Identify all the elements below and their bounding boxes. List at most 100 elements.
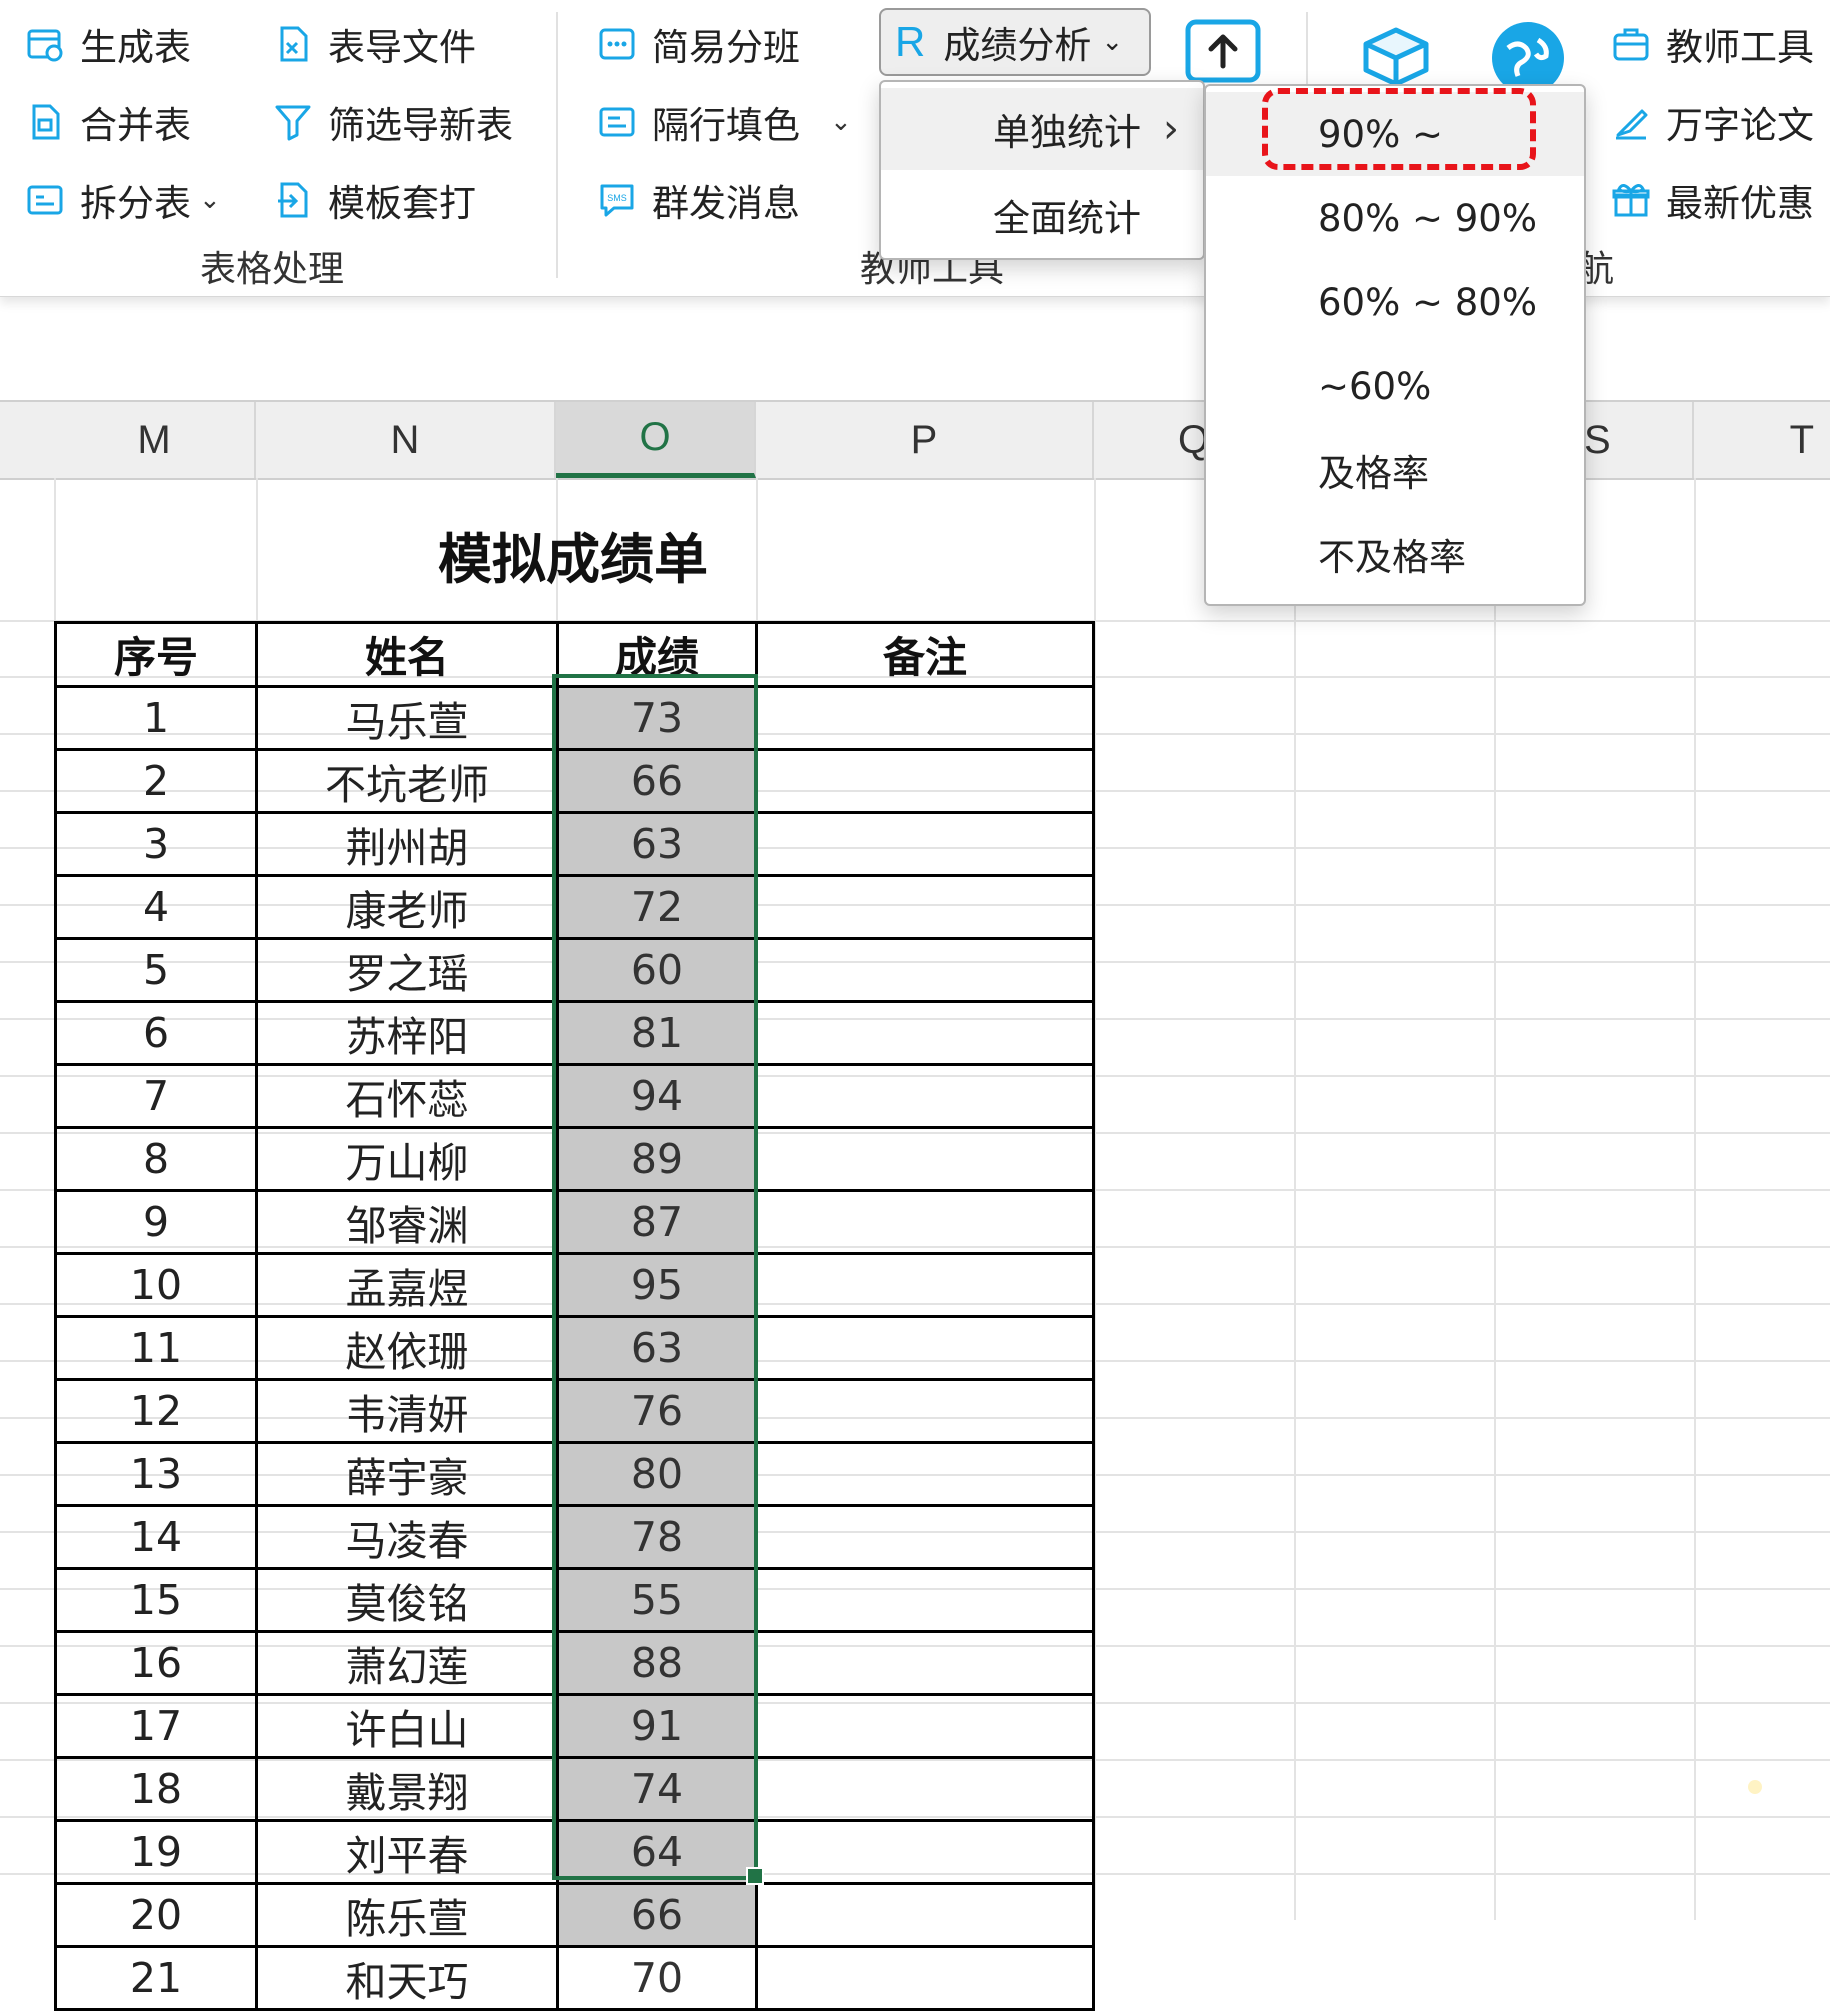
name-cell[interactable]: 和天巧 [255, 1945, 559, 2011]
score-cell[interactable]: 87 [556, 1189, 758, 1255]
score-cell[interactable]: 66 [556, 1882, 758, 1948]
note-cell[interactable] [755, 1000, 1095, 1066]
seq-cell[interactable]: 20 [54, 1882, 258, 1948]
seq-cell[interactable]: 15 [54, 1567, 258, 1633]
note-cell[interactable] [755, 1819, 1095, 1885]
note-cell[interactable] [755, 1756, 1095, 1822]
score-cell[interactable]: 70 [556, 1945, 758, 2011]
export-file-button[interactable]: 表导文件 [274, 14, 476, 74]
name-cell[interactable]: 荆州胡 [255, 811, 559, 877]
score-cell[interactable]: 64 [556, 1819, 758, 1885]
seq-cell[interactable]: 17 [54, 1693, 258, 1759]
note-cell[interactable] [755, 1945, 1095, 2011]
submenu-item-pass-rate[interactable]: 及格率 [1206, 428, 1584, 512]
seq-cell[interactable]: 8 [54, 1126, 258, 1192]
seq-cell[interactable]: 10 [54, 1252, 258, 1318]
header-name[interactable]: 姓名 [255, 621, 559, 688]
note-cell[interactable] [755, 1882, 1095, 1948]
seq-cell[interactable]: 3 [54, 811, 258, 877]
teacher-tools-button[interactable]: 教师工具 [1612, 14, 1814, 74]
name-cell[interactable]: 孟嘉煜 [255, 1252, 559, 1318]
score-cell[interactable]: 74 [556, 1756, 758, 1822]
score-cell[interactable]: 72 [556, 874, 758, 940]
template-print-button[interactable]: 模板套打 [274, 170, 476, 230]
sheet-title[interactable]: 模拟成绩单 [56, 514, 1090, 594]
class-split-button[interactable]: 简易分班 [598, 14, 800, 74]
name-cell[interactable]: 康老师 [255, 874, 559, 940]
score-cell[interactable]: 78 [556, 1504, 758, 1570]
column-header-t[interactable]: T [1694, 402, 1830, 478]
seq-cell[interactable]: 11 [54, 1315, 258, 1381]
name-cell[interactable]: 邹睿渊 [255, 1189, 559, 1255]
score-cell[interactable]: 63 [556, 811, 758, 877]
name-cell[interactable]: 石怀蕊 [255, 1063, 559, 1129]
name-cell[interactable]: 薛宇豪 [255, 1441, 559, 1507]
name-cell[interactable]: 莫俊铭 [255, 1567, 559, 1633]
note-cell[interactable] [755, 1504, 1095, 1570]
seq-cell[interactable]: 1 [54, 685, 258, 751]
note-cell[interactable] [755, 685, 1095, 751]
score-cell[interactable]: 80 [556, 1441, 758, 1507]
score-cell[interactable]: 63 [556, 1315, 758, 1381]
name-cell[interactable]: 苏梓阳 [255, 1000, 559, 1066]
score-cell[interactable]: 91 [556, 1693, 758, 1759]
name-cell[interactable]: 万山柳 [255, 1126, 559, 1192]
note-cell[interactable] [755, 1252, 1095, 1318]
score-cell[interactable]: 95 [556, 1252, 758, 1318]
filter-export-button[interactable]: 筛选导新表 [274, 92, 513, 152]
note-cell[interactable] [755, 1441, 1095, 1507]
seq-cell[interactable]: 4 [54, 874, 258, 940]
name-cell[interactable]: 赵依珊 [255, 1315, 559, 1381]
score-cell[interactable]: 81 [556, 1000, 758, 1066]
name-cell[interactable]: 马乐萱 [255, 685, 559, 751]
seq-cell[interactable]: 21 [54, 1945, 258, 2011]
seq-cell[interactable]: 6 [54, 1000, 258, 1066]
seq-cell[interactable]: 2 [54, 748, 258, 814]
note-cell[interactable] [755, 1189, 1095, 1255]
score-analysis-button[interactable]: R 成绩分析 ⌄ [879, 8, 1151, 76]
score-cell[interactable]: 76 [556, 1378, 758, 1444]
name-cell[interactable]: 戴景翔 [255, 1756, 559, 1822]
name-cell[interactable]: 马凌春 [255, 1504, 559, 1570]
note-cell[interactable] [755, 1315, 1095, 1381]
submenu-item-80-90[interactable]: 80% ~ 90% [1206, 176, 1584, 260]
submenu-item-60-80[interactable]: 60% ~ 80% [1206, 260, 1584, 344]
row-fill-button[interactable]: 隔行填色 ⌄ [598, 92, 852, 152]
note-cell[interactable] [755, 1126, 1095, 1192]
fill-handle[interactable] [746, 1867, 764, 1885]
score-cell[interactable]: 60 [556, 937, 758, 1003]
note-cell[interactable] [755, 1378, 1095, 1444]
note-cell[interactable] [755, 1693, 1095, 1759]
note-cell[interactable] [755, 748, 1095, 814]
submenu-item-below-60[interactable]: ~60% [1206, 344, 1584, 428]
generate-table-button[interactable]: 生成表 [26, 14, 191, 74]
score-cell[interactable]: 94 [556, 1063, 758, 1129]
chevron-down-icon[interactable]: ⌄ [830, 107, 852, 137]
note-cell[interactable] [755, 874, 1095, 940]
column-header-o[interactable]: O [556, 402, 756, 478]
latest-offers-button[interactable]: 最新优惠 [1612, 170, 1814, 230]
upload-icon[interactable] [1184, 18, 1262, 88]
header-score[interactable]: 成绩 [556, 621, 758, 688]
merge-table-button[interactable]: 合并表 [26, 92, 191, 152]
name-cell[interactable]: 许白山 [255, 1693, 559, 1759]
seq-cell[interactable]: 9 [54, 1189, 258, 1255]
paper-writing-button[interactable]: 万字论文 [1612, 92, 1814, 152]
seq-cell[interactable]: 5 [54, 937, 258, 1003]
seq-cell[interactable]: 18 [54, 1756, 258, 1822]
note-cell[interactable] [755, 937, 1095, 1003]
box-icon[interactable] [1356, 18, 1436, 90]
menu-item-individual-stats[interactable]: 单独统计 › [881, 88, 1203, 170]
seq-cell[interactable]: 13 [54, 1441, 258, 1507]
column-header-p[interactable]: P [756, 402, 1094, 478]
menu-item-overall-stats[interactable]: 全面统计 [881, 174, 1203, 256]
score-cell[interactable]: 73 [556, 685, 758, 751]
score-cell[interactable]: 55 [556, 1567, 758, 1633]
note-cell[interactable] [755, 1063, 1095, 1129]
name-cell[interactable]: 罗之瑶 [255, 937, 559, 1003]
seq-cell[interactable]: 14 [54, 1504, 258, 1570]
note-cell[interactable] [755, 1630, 1095, 1696]
score-cell[interactable]: 88 [556, 1630, 758, 1696]
score-cell[interactable]: 66 [556, 748, 758, 814]
column-header-m[interactable]: M [54, 402, 256, 478]
